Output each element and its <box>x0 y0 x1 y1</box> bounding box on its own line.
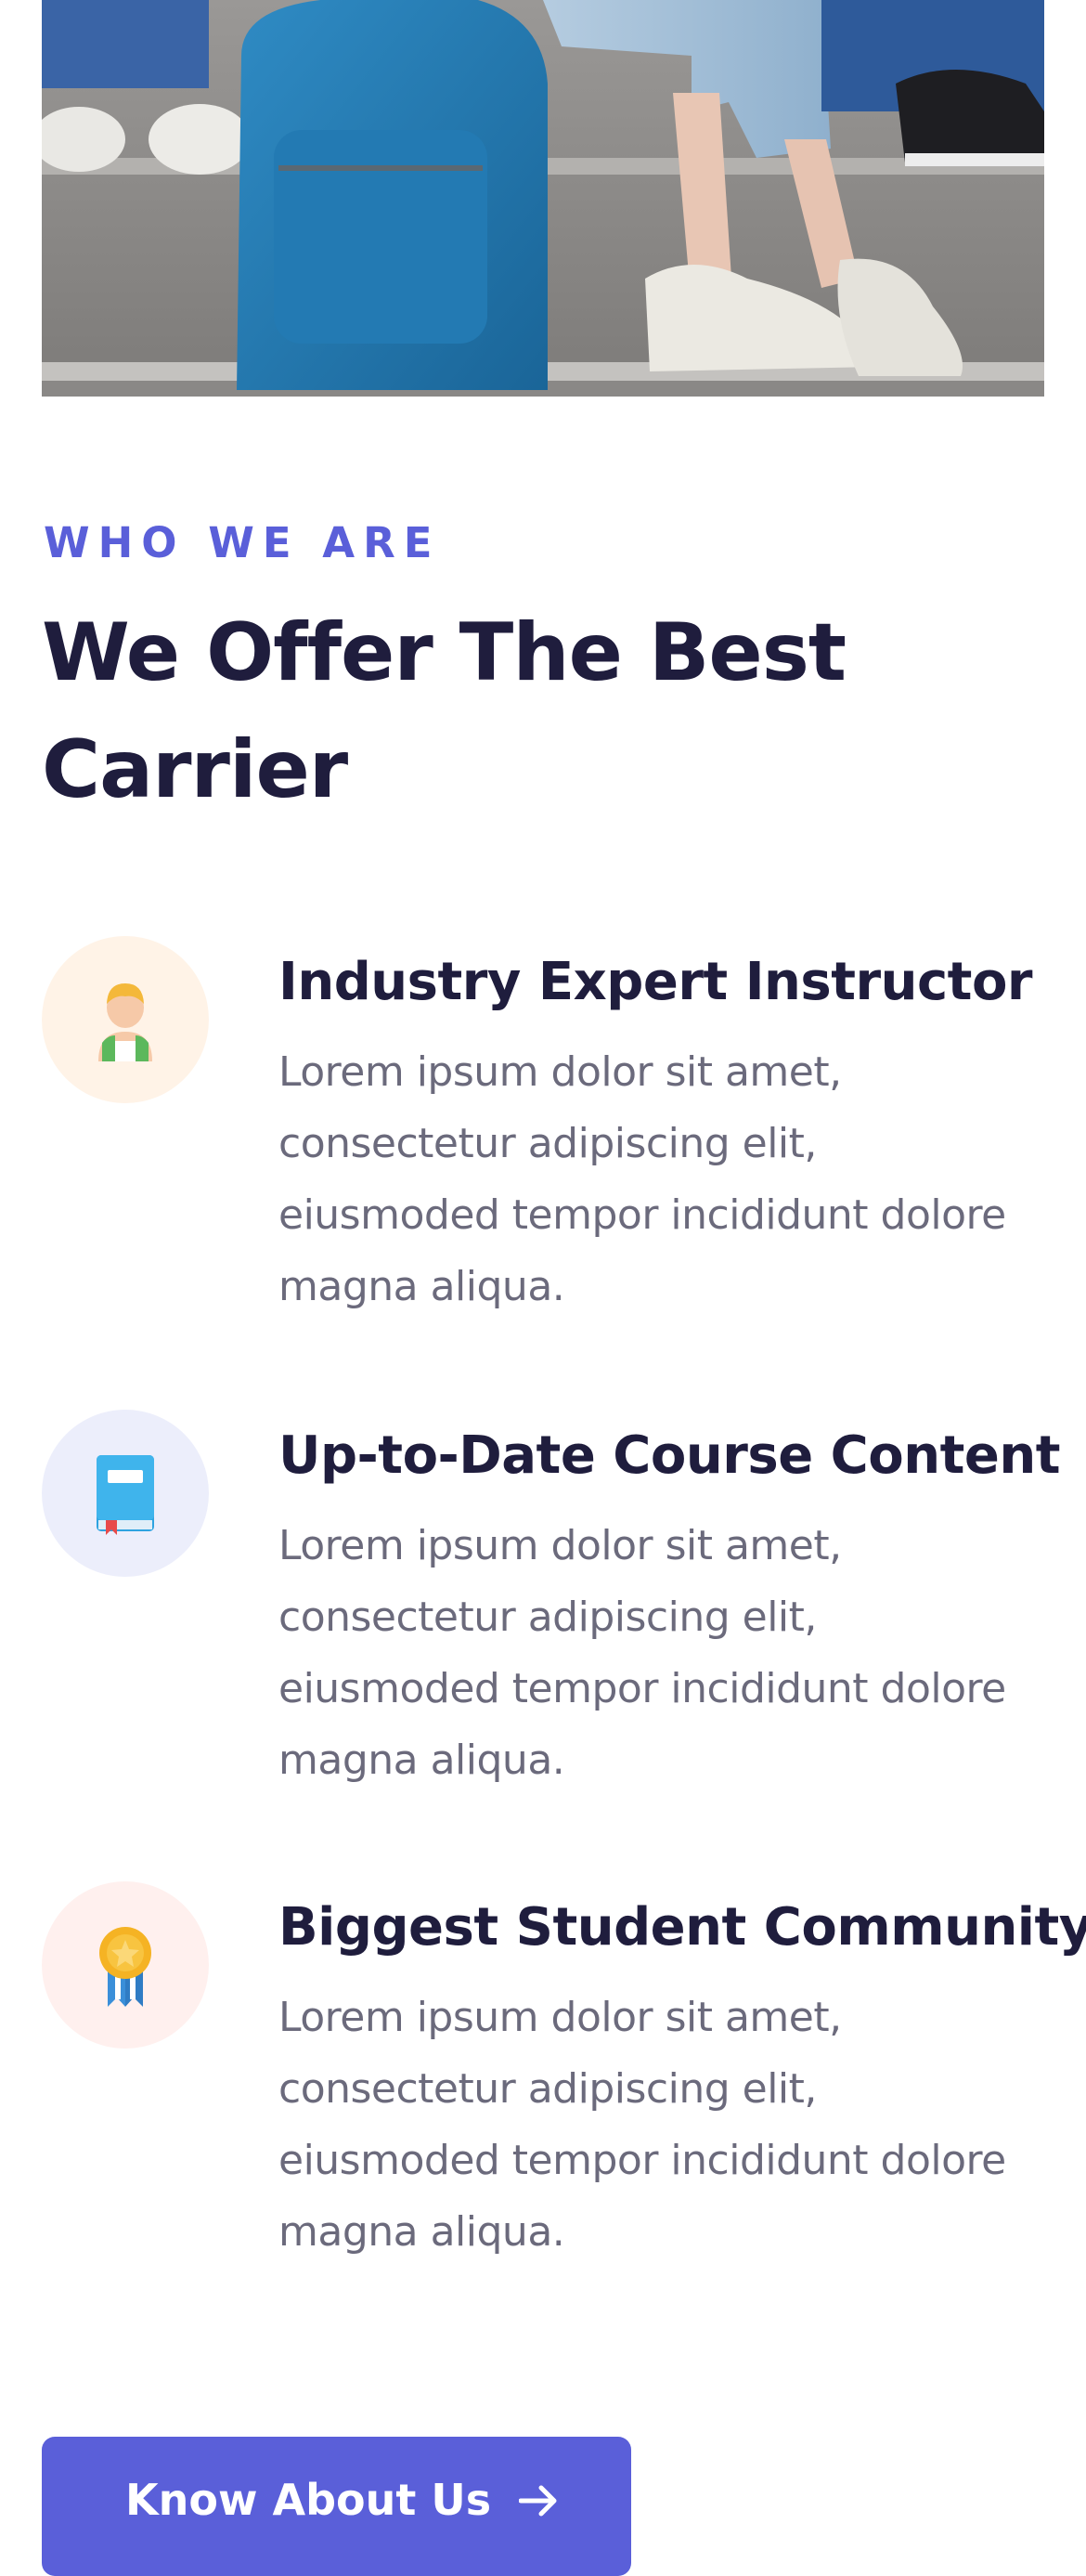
hero-image <box>42 0 1044 397</box>
feature-icon-circle <box>42 1410 209 1577</box>
instructor-icon <box>98 983 152 1061</box>
section-title: We Offer The Best Carrier <box>42 594 1016 828</box>
know-about-us-button[interactable]: Know About Us <box>42 2437 631 2576</box>
feature-icon-circle <box>42 1881 209 2049</box>
feature-description: Lorem ipsum dolor sit amet, consectetur … <box>278 1994 1006 2256</box>
hero-photo-illustration <box>42 0 1044 397</box>
book-icon <box>97 1455 154 1535</box>
feature-icon-circle <box>42 936 209 1103</box>
feature-title: Up-to-Date Course Content <box>278 1425 1061 1486</box>
feature-title: Biggest Student Community <box>278 1897 1086 1958</box>
feature-description: Lorem ipsum dolor sit amet, consectetur … <box>278 1048 1006 1310</box>
section-eyebrow: WHO WE ARE <box>44 518 441 567</box>
medal-icon <box>99 1927 151 2007</box>
section-title-line-2: Carrier <box>42 723 348 816</box>
feature-description: Lorem ipsum dolor sit amet, consectetur … <box>278 1522 1006 1784</box>
feature-title: Industry Expert Instructor <box>278 952 1033 1012</box>
arrow-right-icon <box>519 2485 557 2517</box>
section-title-line-1: We Offer The Best <box>42 606 847 699</box>
know-about-us-label: Know About Us <box>125 2475 492 2525</box>
